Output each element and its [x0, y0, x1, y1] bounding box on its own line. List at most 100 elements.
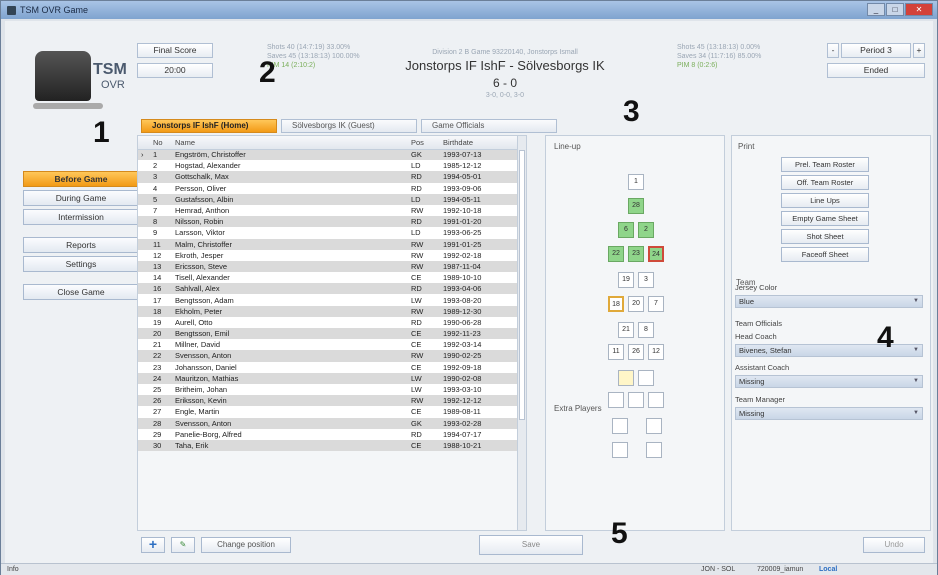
row-selector[interactable]	[138, 160, 150, 172]
team-manager-select[interactable]: Missing ▼	[735, 407, 923, 420]
row-selector[interactable]	[138, 182, 150, 194]
col-name[interactable]: Name	[172, 136, 408, 150]
table-row[interactable]: 25 Britheim, Johan LW 1993-03-10	[138, 383, 526, 396]
col-no[interactable]: No	[150, 136, 172, 150]
tab-guest[interactable]: Sölvesborgs IK (Guest)	[281, 119, 417, 133]
sidebar-item-settings[interactable]: Settings	[23, 256, 139, 272]
lineup-slot[interactable]	[628, 392, 644, 408]
period-selector[interactable]: Period 3	[841, 43, 911, 58]
row-selector[interactable]	[138, 294, 150, 306]
lineup-slot[interactable]: 20	[628, 296, 644, 312]
change-position-button[interactable]: Change position	[201, 537, 291, 553]
lineup-slot[interactable]: 28	[628, 198, 644, 214]
lineup-slot[interactable]	[646, 418, 662, 434]
table-row[interactable]: 19 Aurell, Otto RD 1990-06-28	[138, 316, 526, 328]
lineup-slot[interactable]	[648, 392, 664, 408]
table-row[interactable]: 5 Gustafsson, Albin LD 1994-05-11	[138, 193, 526, 205]
lineup-slot[interactable]: 21	[618, 322, 634, 338]
table-row[interactable]: 23 Johansson, Daniel CE 1992-09-18	[138, 361, 526, 373]
lineup-slot[interactable]: 6	[618, 222, 634, 238]
row-selector[interactable]	[138, 428, 150, 440]
row-selector[interactable]	[138, 204, 150, 217]
lineup-slot[interactable]: 1	[628, 174, 644, 190]
table-row[interactable]: 22 Svensson, Anton RW 1990-02-25	[138, 350, 526, 362]
table-row[interactable]: 14 Tisell, Alexander CE 1989-10-10	[138, 272, 526, 284]
table-row[interactable]: 26 Eriksson, Kevin RW 1992-12-12	[138, 395, 526, 407]
sidebar-item-intermission[interactable]: Intermission	[23, 209, 139, 225]
row-selector[interactable]	[138, 227, 150, 239]
lineup-slot[interactable]: 18	[608, 296, 624, 312]
table-row[interactable]: 13 Ericsson, Steve RW 1987-11-04	[138, 260, 526, 273]
table-row[interactable]: 28 Svensson, Anton GK 1993-02-28	[138, 417, 526, 429]
roster-scrollbar[interactable]	[517, 136, 526, 530]
tab-game-officials[interactable]: Game Officials	[421, 119, 557, 133]
table-row[interactable]: 21 Millner, David CE 1992-03-14	[138, 339, 526, 351]
row-selector[interactable]	[138, 171, 150, 183]
lineup-slot[interactable]: 22	[608, 246, 624, 262]
lineup-slot[interactable]: 3	[638, 272, 654, 288]
maximize-button[interactable]: □	[886, 3, 904, 16]
head-coach-select[interactable]: Bivenes, Stefan ▼	[735, 344, 923, 357]
table-row[interactable]: 29 Panelie-Borg, Alfred RD 1994-07-17	[138, 428, 526, 440]
add-player-button[interactable]: +	[141, 537, 165, 553]
lineup-slot[interactable]: 19	[618, 272, 634, 288]
row-selector[interactable]	[138, 305, 150, 317]
period-minus-button[interactable]: -	[827, 43, 839, 58]
prel-team-roster-button[interactable]: Prel. Team Roster	[781, 157, 869, 172]
col-birthdate[interactable]: Birthdate	[440, 136, 526, 150]
close-window-button[interactable]: ✕	[905, 3, 933, 16]
lineup-slot[interactable]: 11	[608, 344, 624, 360]
table-row[interactable]: 7 Hemrad, Anthon RW 1992-10-18	[138, 204, 526, 217]
edit-player-button[interactable]: ✎	[171, 537, 195, 553]
lineup-slot[interactable]: 12	[648, 344, 664, 360]
table-row[interactable]: 8 Nilsson, Robin RD 1991-01-20	[138, 216, 526, 228]
sidebar-item-before-game[interactable]: Before Game	[23, 171, 139, 187]
table-row[interactable]: 11 Malm, Christoffer RW 1991-01-25	[138, 238, 526, 250]
row-selector[interactable]	[138, 193, 150, 205]
lineup-slot[interactable]: 24	[648, 246, 664, 262]
row-selector[interactable]	[138, 361, 150, 373]
jersey-color-select[interactable]: Blue ▼	[735, 295, 923, 308]
minimize-button[interactable]: _	[867, 3, 885, 16]
game-time-field[interactable]: 20:00	[137, 63, 213, 78]
sidebar-item-during-game[interactable]: During Game	[23, 190, 139, 206]
row-selector[interactable]	[138, 417, 150, 429]
lineup-slot[interactable]: 7	[648, 296, 664, 312]
sidebar-item-close-game[interactable]: Close Game	[23, 284, 139, 300]
lineup-slot[interactable]	[612, 418, 628, 434]
table-row[interactable]: 16 Sahlvall, Alex RD 1993-04-06	[138, 283, 526, 295]
lineup-slot[interactable]: 2	[638, 222, 654, 238]
lineup-slot[interactable]	[638, 370, 654, 386]
table-row[interactable]: 24 Mauritzon, Mathias LW 1990-02-08	[138, 372, 526, 384]
table-row[interactable]: 20 Bengtsson, Emil CE 1992-11-23	[138, 328, 526, 340]
faceoff-sheet-button[interactable]: Faceoff Sheet	[781, 247, 869, 262]
table-row[interactable]: 2 Hogstad, Alexander LD 1985-12-12	[138, 160, 526, 172]
table-row[interactable]: 3 Gottschalk, Max RD 1994-05-01	[138, 171, 526, 183]
game-status-button[interactable]: Ended	[827, 63, 925, 78]
shot-sheet-button[interactable]: Shot Sheet	[781, 229, 869, 244]
row-selector[interactable]	[138, 316, 150, 328]
lineup-slot[interactable]	[618, 370, 634, 386]
row-selector[interactable]	[138, 238, 150, 250]
undo-button[interactable]: Undo	[863, 537, 925, 553]
table-row[interactable]: 4 Persson, Oliver RD 1993-09-06	[138, 182, 526, 194]
table-row[interactable]: 30 Taha, Erik CE 1988-10-21	[138, 439, 526, 452]
roster-scroll-thumb[interactable]	[519, 150, 525, 420]
row-selector[interactable]	[138, 249, 150, 261]
final-score-button[interactable]: Final Score	[137, 43, 213, 58]
row-selector[interactable]	[138, 283, 150, 295]
row-selector[interactable]	[138, 372, 150, 384]
off-team-roster-button[interactable]: Off. Team Roster	[781, 175, 869, 190]
table-row[interactable]: 18 Ekholm, Peter RW 1989-12-30	[138, 305, 526, 317]
row-selector[interactable]	[138, 260, 150, 273]
line-ups-button[interactable]: Line Ups	[781, 193, 869, 208]
lineup-slot[interactable]: 26	[628, 344, 644, 360]
assistant-coach-select[interactable]: Missing ▼	[735, 375, 923, 388]
period-plus-button[interactable]: +	[913, 43, 925, 58]
save-button[interactable]: Save	[479, 535, 583, 555]
lineup-slot[interactable]	[646, 442, 662, 458]
row-selector[interactable]	[138, 216, 150, 228]
lineup-slot[interactable]: 8	[638, 322, 654, 338]
row-selector[interactable]	[138, 383, 150, 396]
row-selector[interactable]	[138, 439, 150, 452]
